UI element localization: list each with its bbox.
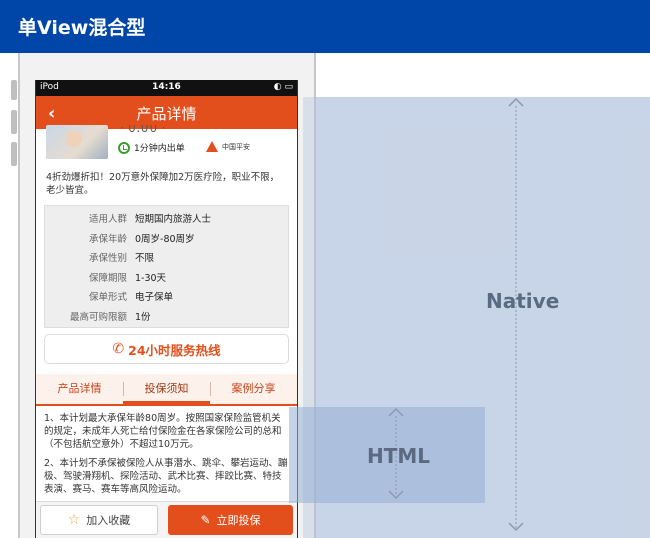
region-markers — [388, 97, 524, 532]
native-top-chevron-icon — [508, 97, 524, 107]
html-label: HTML — [367, 444, 431, 468]
html-top-chevron-icon — [388, 407, 404, 417]
native-label: Native — [486, 289, 560, 313]
